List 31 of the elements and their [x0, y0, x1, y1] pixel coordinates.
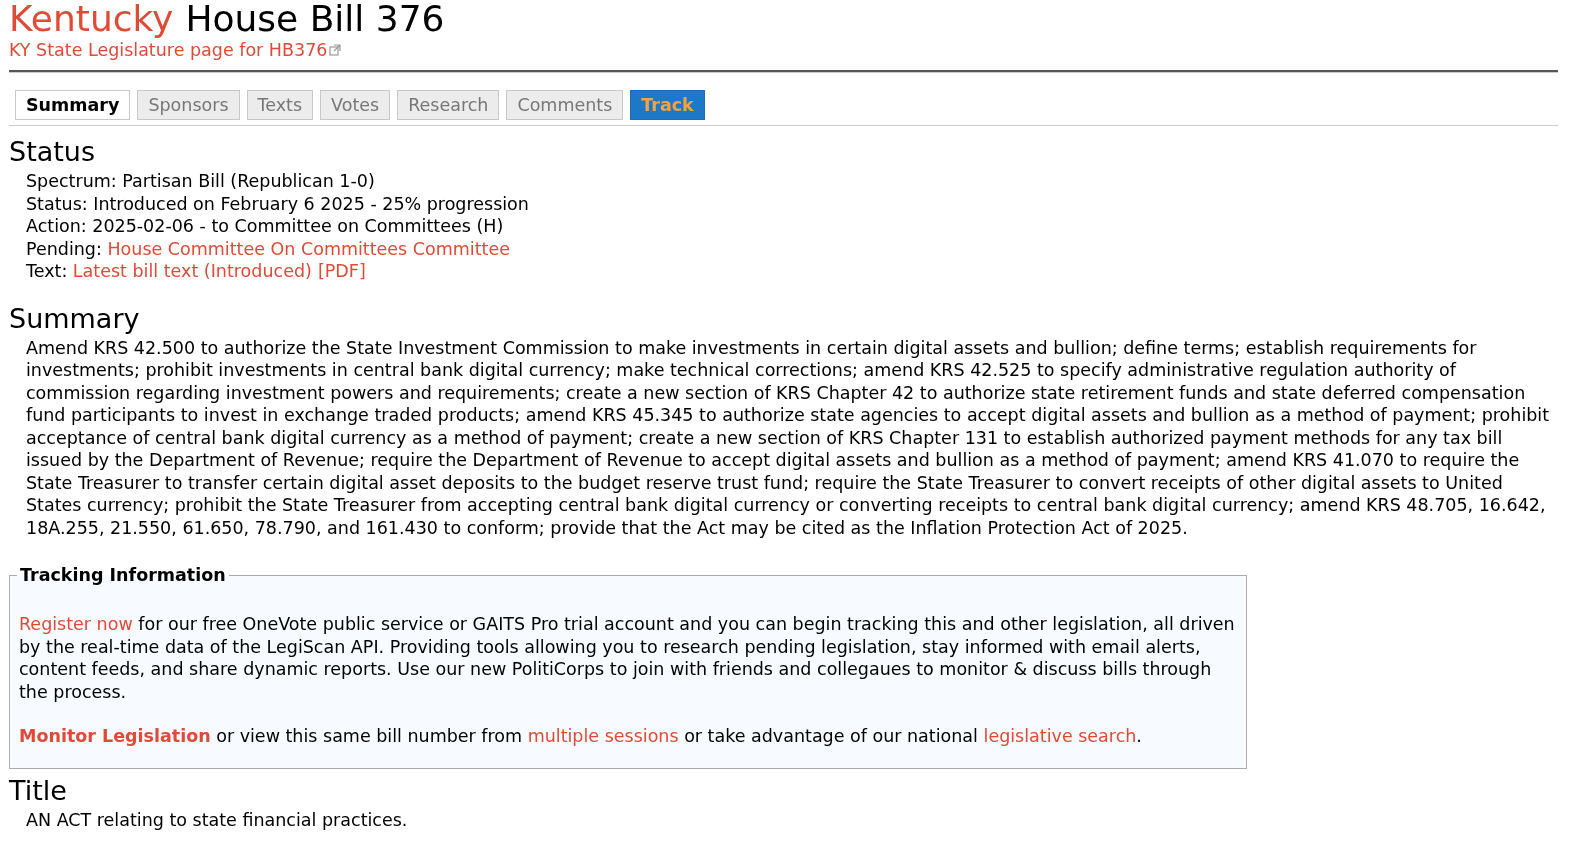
tab[interactable]: Texts	[246, 90, 314, 120]
tab[interactable]: Votes	[320, 90, 391, 120]
section-heading: Summary	[9, 302, 141, 335]
status-line: Spectrum: Partisan Bill (Republican 1-0)	[26, 170, 376, 193]
tab[interactable]: Comments	[506, 90, 624, 120]
text-link[interactable]: Register now	[19, 614, 133, 634]
status-line: Text: Latest bill text (Introduced) [PDF]	[26, 260, 367, 283]
section-heading: Title	[9, 774, 68, 807]
state-name: Kentucky	[9, 0, 174, 38]
summary-text: Amend KRS 42.500 to authorize the State Investment Commission to make investments in certain digital assets and bullion; define terms; establish requirements for investments; prohibit investments in central bank digital currency; make technical corrections; amend KRS 42.525 to specify administrative regulation authority of commission regarding investment powers and requirements; create a new section of KRS Chapter 42 to authorize state retirement funds and state deferred compensation fund participants to invest in exchange traded products; amend KRS 45.345 to authorize state agencies to accept digital assets and bullion as a method of payment; prohibit acceptance of central bank digital currency as a method of payment; create a new section of KRS Chapter 131 to establish authorized payment methods for any tax bill issued by the Department of Revenue; require the Department of Revenue to accept digital assets and bullion as a method of payment; amend KRS 41.070 to require the State Treasurer to transfer certain digital asset deposits to the budget reserve trust fund; require the State Treasurer to convert receipts of other digital assets to United States currency; prohibit the State Treasurer from accepting central bank digital currency or converting receipts to central bank digital currency; amend KRS 48.705, 16.642, 18A.255, 21.550, 61.650, 78.790, and 161.430 to conform; provide that the Act may be cited as the Inflation Protection Act of 2025.	[25, 336, 1551, 539]
track-button[interactable]: Track	[630, 90, 705, 120]
tab[interactable]: Summary	[15, 90, 131, 120]
state-legislature-link[interactable]: KY State Legislature page for HB376	[9, 40, 328, 60]
tab[interactable]: Sponsors	[137, 90, 240, 120]
text-link[interactable]: legislative search	[983, 726, 1137, 746]
section-heading: Status	[9, 136, 97, 168]
status-line: Action: 2025-02-06 - to Committee on Committees (H)	[26, 215, 505, 238]
external-link-icon	[329, 44, 342, 56]
text-link[interactable]: [PDF]	[317, 261, 366, 281]
bill-title: House Bill 376	[185, 0, 445, 38]
status-line: Status: Introduced on February 6 2025 - 25% progression	[26, 192, 530, 215]
text-link[interactable]: Monitor Legislation	[19, 726, 211, 746]
tab[interactable]: Research	[397, 90, 500, 120]
title-text: AN ACT relating to state financial practices.	[25, 808, 409, 831]
text-link[interactable]: multiple sessions	[527, 726, 679, 746]
tracking-paragraph: Monitor Legislation or view this same bill number from multiple sessions or take advantage of our national legislative search.	[19, 725, 1143, 748]
text-link[interactable]: Latest bill text (Introduced)	[72, 261, 312, 281]
tracking-paragraph: Register now for our free OneVote public service or GAITS Pro trial account and you can begin tracking this and other legislation, all driven by the real-time data of the LegiScan API. Providing tools allowing you to research pending legislation, stay informed with email alerts, content feeds, and share dynamic reports. Use our new PolitiCorps to join with friends and collegaues to monitor & discuss bills through the process.	[19, 613, 1236, 703]
panel-legend: Tracking Information	[17, 565, 229, 585]
status-line: Pending: House Committee On Committees Committee	[26, 237, 511, 260]
text-link[interactable]: House Committee On Committees Committee	[107, 238, 510, 259]
